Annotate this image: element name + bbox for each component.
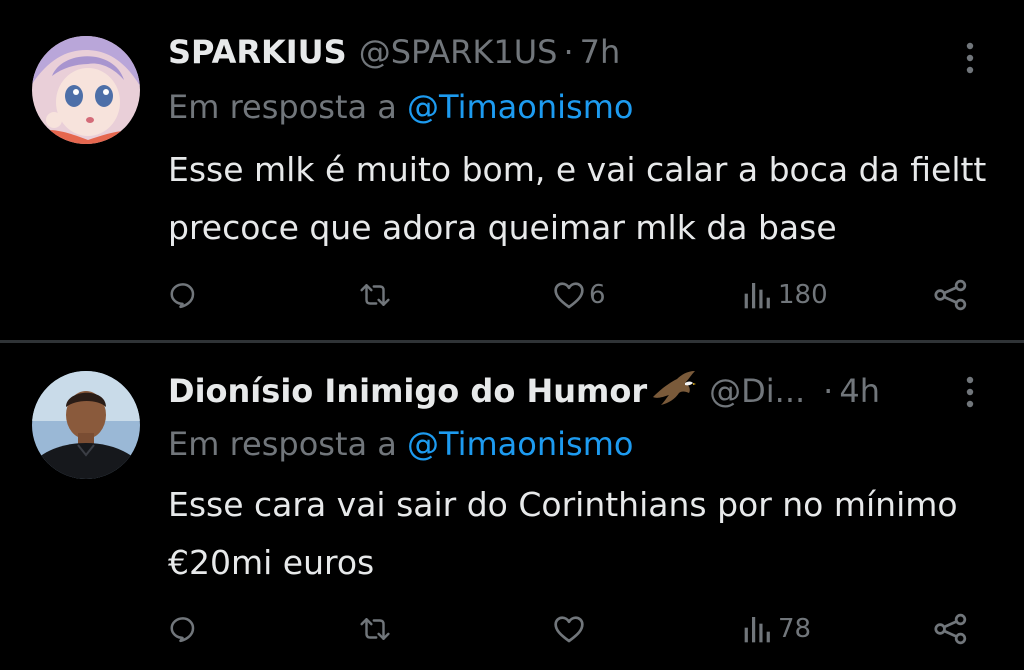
reply-prefix: Em resposta a (168, 88, 397, 126)
tweet[interactable]: Dionísio Inimigo do Humor @Di... · 4h Em… (0, 343, 1024, 670)
views-button[interactable]: 180 (742, 273, 828, 317)
share-icon (932, 612, 970, 646)
user-handle[interactable]: @SPARK1US (359, 33, 558, 71)
more-options-button[interactable] (952, 38, 988, 78)
like-icon (553, 614, 585, 644)
separator: · (563, 33, 574, 71)
reply-mention-link[interactable]: @Timaonismo (407, 88, 633, 126)
reply-context: Em resposta a @Timaonismo (168, 88, 633, 126)
share-button[interactable] (932, 273, 970, 317)
more-vertical-icon (952, 376, 988, 416)
avatar[interactable] (32, 371, 140, 479)
reply-icon (168, 280, 198, 310)
more-options-button[interactable] (952, 372, 988, 412)
reply-button[interactable] (168, 607, 198, 651)
retweet-icon (358, 280, 392, 310)
share-button[interactable] (932, 607, 970, 651)
tweet[interactable]: SPARKIUS @SPARK1US · 7h Em resposta a @T… (0, 0, 1024, 340)
display-name[interactable]: Dionísio Inimigo do Humor (168, 372, 647, 410)
like-button[interactable]: 6 (553, 273, 606, 317)
views-icon (742, 280, 774, 310)
views-count: 78 (778, 614, 812, 644)
views-button[interactable]: 78 (742, 607, 811, 651)
like-icon (553, 280, 585, 310)
user-handle[interactable]: @Di... (709, 372, 805, 410)
views-count: 180 (778, 280, 828, 310)
like-button[interactable] (553, 607, 589, 651)
eagle-emoji-icon (651, 367, 697, 415)
retweet-icon (358, 614, 392, 644)
timestamp[interactable]: 7h (580, 33, 621, 71)
action-bar: 6 180 (0, 273, 1024, 317)
retweet-button[interactable] (358, 273, 392, 317)
reply-mention-link[interactable]: @Timaonismo (407, 425, 633, 463)
reply-icon (168, 614, 198, 644)
views-icon (742, 614, 774, 644)
reply-button[interactable] (168, 273, 198, 317)
tweet-header: Dionísio Inimigo do Humor @Di... · 4h (168, 367, 880, 415)
tweet-text: Esse cara vai sair do Corinthians por no… (168, 485, 958, 582)
display-name[interactable]: SPARKIUS (168, 33, 347, 71)
avatar[interactable] (32, 36, 140, 144)
action-bar: 78 (0, 607, 1024, 651)
separator: · (823, 372, 834, 410)
like-count: 6 (589, 280, 606, 310)
tweet-text: Esse mlk é muito bom, e vai calar a boca… (168, 150, 987, 247)
reply-prefix: Em resposta a (168, 425, 397, 463)
retweet-button[interactable] (358, 607, 392, 651)
share-icon (932, 278, 970, 312)
reply-context: Em resposta a @Timaonismo (168, 425, 633, 463)
tweet-header: SPARKIUS @SPARK1US · 7h (168, 28, 620, 76)
more-vertical-icon (952, 42, 988, 82)
timestamp[interactable]: 4h (839, 372, 880, 410)
